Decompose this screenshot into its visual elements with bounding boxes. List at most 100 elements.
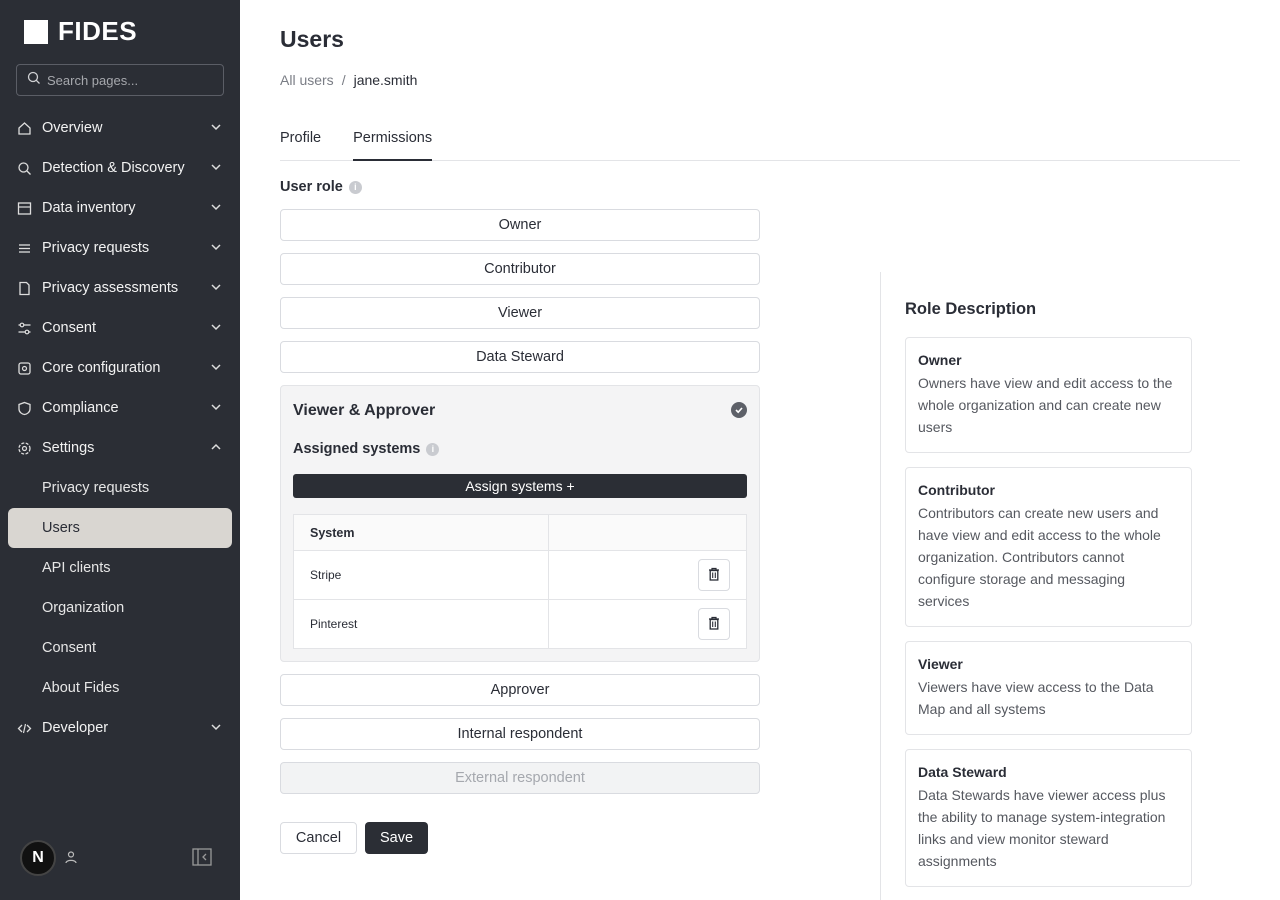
role-description-text: Data Stewards have viewer access plus th… (918, 787, 1166, 869)
role-description-card: Owner Owners have view and edit access t… (905, 337, 1192, 453)
sidebar: FIDES Overview Detection & Discovery Dat… (0, 0, 240, 900)
sidebar-subitem-about-fides[interactable]: About Fides (8, 668, 232, 708)
sidebar-nav: Overview Detection & Discovery Data inve… (0, 108, 240, 748)
role-description-card: Contributor Contributors can create new … (905, 467, 1192, 627)
sidebar-item-consent[interactable]: Consent (0, 308, 240, 348)
chevron-down-icon (210, 241, 224, 255)
logo-text: FIDES (58, 16, 138, 46)
role-external-respondent-button: External respondent (280, 762, 760, 794)
breadcrumb-separator: / (341, 72, 346, 88)
sidebar-item-label: Privacy assessments (42, 280, 179, 296)
user-icon[interactable] (64, 850, 78, 869)
search-input[interactable] (47, 72, 217, 88)
assign-systems-button[interactable]: Assign systems + (293, 474, 747, 498)
role-description-card: Viewer Viewers have view access to the D… (905, 641, 1192, 735)
assigned-systems-label: Assigned systems i (293, 441, 440, 457)
cancel-button[interactable]: Cancel (280, 822, 357, 854)
tab-profile[interactable]: Profile (280, 124, 321, 161)
sidebar-item-label: Detection & Discovery (42, 160, 185, 176)
sidebar-item-detection[interactable]: Detection & Discovery (0, 148, 240, 188)
row-actions (548, 550, 747, 600)
sliders-icon (16, 320, 32, 336)
logo-mark (24, 19, 48, 44)
app-logo[interactable]: FIDES (24, 16, 137, 47)
sidebar-subitem-privacy-requests[interactable]: Privacy requests (8, 468, 232, 508)
chevron-up-icon (210, 441, 224, 455)
role-internal-respondent-button[interactable]: Internal respondent (280, 718, 760, 750)
home-icon (16, 120, 32, 136)
sidebar-item-privacy-requests[interactable]: Privacy requests (0, 228, 240, 268)
sidebar-item-label: Overview (42, 120, 103, 136)
sidebar-item-privacy-assessments[interactable]: Privacy assessments (0, 268, 240, 308)
column-header-actions (548, 514, 747, 551)
chevron-down-icon (210, 321, 224, 335)
inbox-icon (16, 240, 32, 256)
page-title: Users (280, 26, 344, 52)
config-icon (16, 360, 32, 376)
trash-icon (708, 616, 720, 633)
sidebar-item-settings[interactable]: Settings (0, 428, 240, 468)
main-content: Users All users / jane.smith Profile Per… (240, 0, 1280, 900)
role-description-text: Contributors can create new users and ha… (918, 505, 1161, 609)
breadcrumb-current: jane.smith (353, 72, 418, 88)
role-description-name: Data Steward (918, 764, 1007, 780)
chevron-down-icon (210, 361, 224, 375)
sidebar-item-core-configuration[interactable]: Core configuration (0, 348, 240, 388)
avatar[interactable]: N (20, 840, 56, 876)
sidebar-item-overview[interactable]: Overview (0, 108, 240, 148)
sidebar-item-developer[interactable]: Developer (0, 708, 240, 748)
sidebar-item-label: Compliance (42, 400, 119, 416)
sidebar-subitem-organization[interactable]: Organization (8, 588, 232, 628)
role-viewer-button[interactable]: Viewer (280, 297, 760, 329)
selected-role-title: Viewer & Approver (293, 402, 436, 419)
role-description-card: Data Steward Data Stewards have viewer a… (905, 749, 1192, 887)
role-approver-button[interactable]: Approver (280, 674, 760, 706)
role-description-text: Viewers have view access to the Data Map… (918, 679, 1154, 717)
save-button[interactable]: Save (365, 822, 428, 854)
sidebar-subitem-api-clients[interactable]: API clients (8, 548, 232, 588)
radar-icon (16, 160, 32, 176)
role-description-title: Role Description (905, 300, 1037, 318)
assigned-systems-label-text: Assigned systems (293, 441, 421, 457)
table-row: Stripe (293, 550, 747, 600)
tab-bar: Profile Permissions (280, 124, 1240, 161)
role-description-text: Owners have view and edit access to the … (918, 375, 1173, 435)
systems-table: System Stripe Pinterest (293, 514, 747, 649)
chevron-down-icon (210, 201, 224, 215)
chevron-down-icon (210, 161, 224, 175)
role-contributor-button[interactable]: Contributor (280, 253, 760, 285)
sidebar-item-label: Privacy requests (42, 240, 150, 256)
collapse-sidebar-icon[interactable] (192, 848, 212, 871)
sidebar-subitem-users[interactable]: Users (8, 508, 232, 548)
table-icon (16, 200, 32, 216)
sidebar-item-label: Developer (42, 720, 109, 736)
sidebar-footer: N (0, 824, 240, 900)
sidebar-subitem-consent[interactable]: Consent (8, 628, 232, 668)
trash-icon (708, 567, 720, 584)
role-description-panel: Role Description Owner Owners have view … (880, 272, 1280, 900)
code-icon (16, 720, 32, 736)
breadcrumb-all-users[interactable]: All users (280, 72, 334, 88)
sidebar-item-label: Consent (42, 320, 97, 336)
delete-system-button[interactable] (698, 559, 730, 591)
sidebar-item-data-inventory[interactable]: Data inventory (0, 188, 240, 228)
tab-permissions[interactable]: Permissions (353, 124, 433, 161)
chevron-down-icon (210, 281, 224, 295)
table-row: Pinterest (293, 599, 747, 649)
chevron-down-icon (210, 401, 224, 415)
shield-icon (16, 400, 32, 416)
delete-system-button[interactable] (698, 608, 730, 640)
info-icon[interactable]: i (348, 180, 362, 194)
info-icon[interactable]: i (426, 442, 440, 456)
breadcrumb: All users / jane.smith (280, 72, 417, 88)
selected-role-card[interactable]: Viewer & Approver Assigned systems i Ass… (280, 385, 760, 662)
chevron-down-icon (210, 721, 224, 735)
sidebar-item-compliance[interactable]: Compliance (0, 388, 240, 428)
user-role-label: User role i (280, 179, 362, 195)
role-description-name: Owner (918, 352, 962, 368)
row-actions (549, 600, 747, 649)
search-box[interactable] (16, 64, 224, 96)
role-data-steward-button[interactable]: Data Steward (280, 341, 760, 373)
chevron-down-icon (210, 121, 224, 135)
role-owner-button[interactable]: Owner (280, 209, 760, 241)
